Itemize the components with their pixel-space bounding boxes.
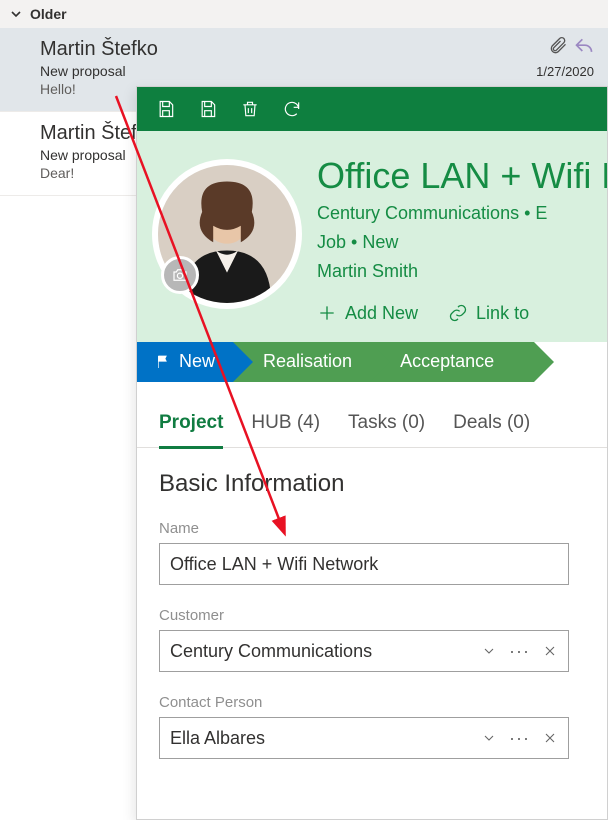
tab-tasks[interactable]: Tasks (0) [348,412,425,448]
change-photo-button[interactable] [161,256,199,294]
name-input[interactable] [170,554,558,575]
chevron-down-icon[interactable] [481,730,497,746]
delete-button[interactable] [229,87,271,131]
stage-realisation[interactable]: Realisation [233,342,370,382]
trash-icon [240,99,260,119]
customer-input-wrap[interactable]: Century Communications ··· [159,630,569,672]
customer-field: Customer Century Communications ··· [159,607,569,672]
link-to-button[interactable]: Link to [448,303,529,324]
reply-icon[interactable] [574,36,594,56]
add-new-button[interactable]: Add New [317,303,418,324]
add-new-label: Add New [345,303,418,324]
mail-date: 1/27/2020 [536,64,594,79]
record-title: Office LAN + Wifi Network [317,155,608,197]
close-icon[interactable] [542,730,558,746]
stage-label: Realisation [263,351,352,372]
record-header: Office LAN + Wifi Network Century Commun… [137,131,607,342]
stage-new[interactable]: New [137,342,233,382]
customer-value: Century Communications [170,641,475,662]
contact-label: Contact Person [159,694,569,711]
tab-deals[interactable]: Deals (0) [453,412,530,448]
record-meta-line: Century Communications • E [317,201,608,226]
mail-sender: Martin Štefko [40,38,568,61]
save-as-icon [198,99,218,119]
chevron-down-icon[interactable] [481,643,497,659]
tabs: Project HUB (4) Tasks (0) Deals (0) [137,382,607,449]
header-text: Office LAN + Wifi Network Century Commun… [317,149,608,342]
more-icon[interactable]: ··· [509,642,530,660]
avatar-wrap [137,149,317,342]
name-field: Name [159,520,569,585]
basic-info-column: Basic Information Name Customer Century … [159,470,569,781]
toolbar [137,87,607,131]
tab-project[interactable]: Project [159,412,223,449]
save-icon [156,99,176,119]
flag-icon [155,354,171,370]
tab-hub[interactable]: HUB (4) [251,412,320,448]
save-as-button[interactable] [187,87,229,131]
stage-bar: New Realisation Acceptance [137,342,607,382]
name-input-wrap[interactable] [159,543,569,585]
older-header[interactable]: Older [0,0,608,28]
plus-icon [317,303,337,323]
stage-label: Acceptance [400,351,494,372]
refresh-button[interactable] [271,87,313,131]
record-meta-line: Martin Smith [317,259,608,284]
mail-subject: New proposal [40,63,568,79]
section-title: Basic Information [159,470,569,498]
contact-field: Contact Person Ella Albares ··· [159,694,569,759]
stage-label: New [179,351,215,372]
link-icon [448,303,468,323]
form-area: Basic Information Name Customer Century … [137,448,607,781]
save-button[interactable] [145,87,187,131]
customer-label: Customer [159,607,569,624]
record-window: Office LAN + Wifi Network Century Commun… [136,86,608,820]
record-meta-line: Job • New [317,230,608,255]
chevron-down-icon [10,8,22,20]
camera-icon [171,266,189,284]
contact-input-wrap[interactable]: Ella Albares ··· [159,717,569,759]
attachment-icon [548,36,568,56]
name-label: Name [159,520,569,537]
contact-value: Ella Albares [170,728,475,749]
stage-acceptance[interactable]: Acceptance [370,342,534,382]
refresh-icon [282,99,302,119]
more-icon[interactable]: ··· [509,729,530,747]
older-label: Older [30,6,67,22]
link-to-label: Link to [476,303,529,324]
close-icon[interactable] [542,643,558,659]
